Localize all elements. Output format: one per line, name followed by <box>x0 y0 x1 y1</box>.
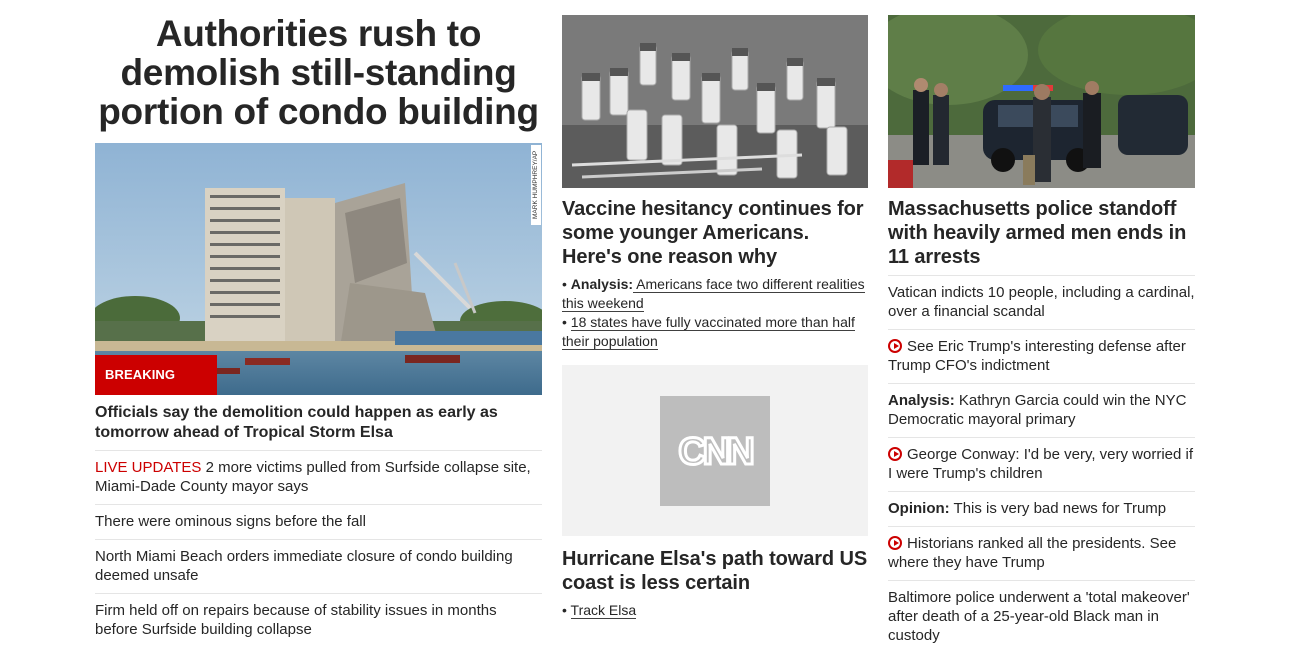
live-updates-label: LIVE UPDATES <box>95 459 202 476</box>
related-link[interactable]: • Analysis: Americans face two different… <box>562 275 868 313</box>
list-item[interactable]: Analysis: Kathryn Garcia could win the N… <box>888 384 1195 438</box>
related-link[interactable]: • 18 states have fully vaccinated more t… <box>562 313 868 351</box>
svg-text:CNN: CNN <box>678 431 752 471</box>
related-link[interactable]: • Track Elsa <box>562 601 868 620</box>
police-standoff-image[interactable] <box>888 15 1195 188</box>
list-item[interactable]: See Eric Trump's interesting defense aft… <box>888 330 1195 384</box>
cnn-logo-svg: CNN <box>677 431 757 471</box>
list-item[interactable]: Baltimore police underwent a 'total make… <box>888 581 1195 653</box>
vaccine-headline[interactable]: Vaccine hesitancy continues for some you… <box>562 197 868 269</box>
middle-column: Vaccine hesitancy continues for some you… <box>562 0 868 620</box>
vaccine-vials-image[interactable] <box>562 15 868 188</box>
cnn-logo-icon: CNN <box>660 396 770 506</box>
list-item[interactable]: Vatican indicts 10 people, including a c… <box>888 276 1195 330</box>
list-item[interactable]: There were ominous signs before the fall <box>95 505 542 540</box>
standoff-headline[interactable]: Massachusetts police standoff with heavi… <box>888 197 1195 276</box>
play-video-icon <box>888 339 902 353</box>
list-item[interactable]: Firm held off on repairs because of stab… <box>95 594 542 647</box>
hero-headline[interactable]: Authorities rush to demolish still-stand… <box>95 14 542 131</box>
lead-subheadline[interactable]: Officials say the demolition could happe… <box>95 403 542 451</box>
list-item[interactable]: Historians ranked all the presidents. Se… <box>888 527 1195 581</box>
vaccine-photo <box>562 15 868 188</box>
breaking-news-badge: BREAKING NEWS <box>95 355 217 395</box>
list-item[interactable]: North Miami Beach orders immediate closu… <box>95 540 542 594</box>
condo-building-image[interactable]: MARK HUMPHREY/AP BREAKING NEWS <box>95 143 542 395</box>
play-video-icon <box>888 536 902 550</box>
list-item[interactable]: LIVE UPDATES 2 more victims pulled from … <box>95 451 542 505</box>
police-photo <box>888 15 1195 188</box>
vaccine-related-links: • Analysis: Americans face two different… <box>562 275 868 351</box>
right-column: Massachusetts police standoff with heavi… <box>888 0 1195 653</box>
hurricane-related-links: • Track Elsa <box>562 601 868 620</box>
cnn-placeholder-image[interactable]: CNN <box>562 365 868 536</box>
hurricane-headline[interactable]: Hurricane Elsa's path toward US coast is… <box>562 547 868 595</box>
list-item[interactable]: Opinion: This is very bad news for Trump <box>888 492 1195 527</box>
list-item[interactable]: George Conway: I'd be very, very worried… <box>888 438 1195 492</box>
lead-story-column: Authorities rush to demolish still-stand… <box>95 0 542 647</box>
play-video-icon <box>888 447 902 461</box>
image-credit: MARK HUMPHREY/AP <box>531 145 541 225</box>
